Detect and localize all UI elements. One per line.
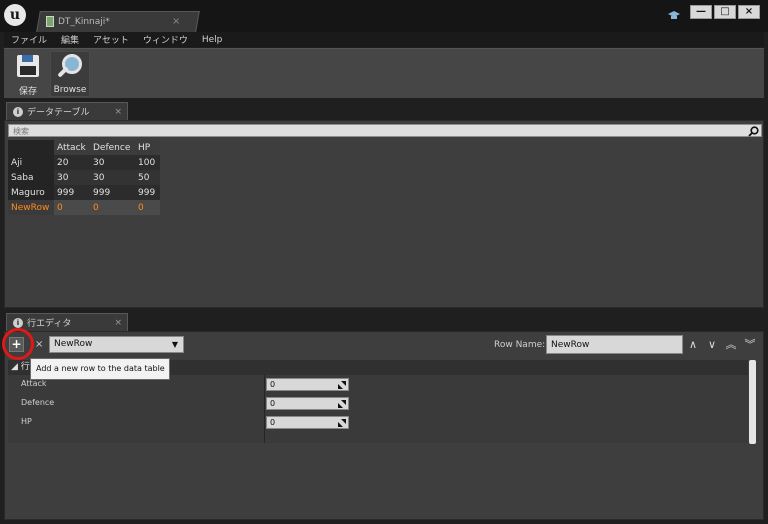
tooltip: Add a new row to the data table [30, 358, 170, 380]
table-cell: 999 [135, 185, 160, 200]
table-row[interactable]: Maguro 999 999 999 [8, 185, 160, 200]
maximize-button[interactable]: □ [714, 5, 736, 19]
column-header[interactable]: HP [135, 140, 160, 155]
search-box [8, 124, 762, 137]
data-table-panel: Attack Defence HP Aji 20 30 100 Saba 30 … [4, 120, 764, 308]
minimize-button[interactable]: — [690, 5, 712, 19]
document-tab-close-icon[interactable]: × [172, 16, 180, 27]
magnifier-icon [55, 52, 85, 82]
browse-button[interactable]: Browse [50, 51, 90, 97]
table-row[interactable]: Aji 20 30 100 [8, 155, 160, 170]
table-cell: 0 [54, 200, 90, 215]
remove-row-icon[interactable]: × [35, 339, 43, 350]
defence-field[interactable] [266, 397, 349, 410]
table-header-row: Attack Defence HP [8, 140, 160, 155]
menu-file[interactable]: ファイル [4, 33, 54, 46]
collapse-arrow-icon: ◢ [11, 362, 18, 372]
document-tab-title: DT_Kinnaji* [58, 16, 110, 27]
resize-arrows-icon[interactable] [338, 381, 346, 389]
table-row[interactable]: Saba 30 30 50 [8, 170, 160, 185]
close-window-button[interactable]: × [738, 5, 760, 19]
attack-field[interactable] [266, 378, 349, 391]
search-input[interactable] [13, 125, 713, 137]
resize-arrows-icon[interactable] [338, 400, 346, 408]
property-list: Attack Defence HP [8, 375, 748, 443]
toolbar: 保存 Browse [4, 48, 764, 98]
row-name-cell[interactable]: Aji [8, 155, 54, 170]
column-header[interactable]: Attack [54, 140, 90, 155]
unreal-logo-icon: u [4, 4, 26, 26]
document-tab-content[interactable]: DT_Kinnaji* × [46, 12, 180, 31]
menu-help[interactable]: Help [195, 35, 230, 45]
property-label: Defence [21, 398, 55, 407]
info-icon: i [13, 106, 23, 117]
move-row-up-icon[interactable]: ∧ [685, 337, 701, 352]
row-select-value: NewRow [54, 339, 93, 349]
resize-arrows-icon[interactable] [338, 419, 346, 427]
row-name-input[interactable] [546, 335, 683, 354]
table-cell: 999 [90, 185, 135, 200]
title-bar: u DT_Kinnaji* × — □ × [0, 0, 768, 32]
info-icon: i [13, 317, 23, 328]
chevron-down-icon: ▼ [171, 340, 178, 349]
property-row: HP [8, 413, 748, 432]
tab-close-icon[interactable]: × [114, 318, 122, 328]
graduation-cap-icon[interactable] [668, 11, 680, 21]
table-cell: 30 [90, 170, 135, 185]
save-button[interactable]: 保存 [8, 51, 48, 97]
row-name-cell[interactable]: Saba [8, 170, 54, 185]
row-select-dropdown[interactable]: NewRow ▼ [49, 336, 184, 353]
table-row-selected[interactable]: NewRow 0 0 0 [8, 200, 160, 215]
table-cell: 50 [135, 170, 160, 185]
row-name-column-header [8, 140, 54, 155]
property-row: Defence [8, 394, 748, 413]
highlight-annotation [2, 328, 34, 360]
menu-window[interactable]: ウィンドウ [136, 33, 195, 46]
table-cell: 999 [54, 185, 90, 200]
hp-field[interactable] [266, 416, 349, 429]
table-cell: 30 [90, 155, 135, 170]
tab-data-table[interactable]: i データテーブル × [6, 102, 128, 120]
tab-close-icon[interactable]: × [114, 107, 122, 117]
row-name-label: Row Name: [494, 340, 546, 350]
move-row-top-icon[interactable]: ︽ [723, 337, 739, 352]
table-cell: 100 [135, 155, 160, 170]
save-label: 保存 [18, 87, 37, 97]
data-table-asset-icon [46, 16, 54, 27]
save-icon [13, 51, 43, 81]
data-grid: Attack Defence HP Aji 20 30 100 Saba 30 … [8, 140, 160, 215]
table-cell: 0 [135, 200, 160, 215]
table-cell: 30 [54, 170, 90, 185]
property-label: HP [21, 417, 32, 426]
table-cell: 0 [90, 200, 135, 215]
property-label: Attack [21, 379, 47, 388]
vertical-scrollbar[interactable] [749, 360, 756, 444]
table-cell: 20 [54, 155, 90, 170]
row-editor-panel: + × NewRow ▼ Row Name: ∧ ∨ ︽ ︾ ◢ 行 Add a… [2, 328, 764, 520]
category-label: 行 [20, 362, 30, 372]
menu-edit[interactable]: 編集 [54, 33, 86, 46]
move-row-down-icon[interactable]: ∨ [704, 337, 720, 352]
row-name-cell[interactable]: Maguro [8, 185, 54, 200]
tab-row-editor-label: 行エディタ [27, 319, 72, 329]
menu-bar: ファイル 編集 アセット ウィンドウ Help [4, 32, 764, 47]
search-icon[interactable] [748, 126, 759, 137]
tab-data-table-label: データテーブル [27, 108, 90, 118]
move-row-bottom-icon[interactable]: ︾ [742, 337, 758, 352]
browse-label: Browse [53, 85, 87, 95]
row-name-cell[interactable]: NewRow [8, 200, 54, 215]
column-header[interactable]: Defence [90, 140, 135, 155]
menu-asset[interactable]: アセット [86, 33, 136, 46]
